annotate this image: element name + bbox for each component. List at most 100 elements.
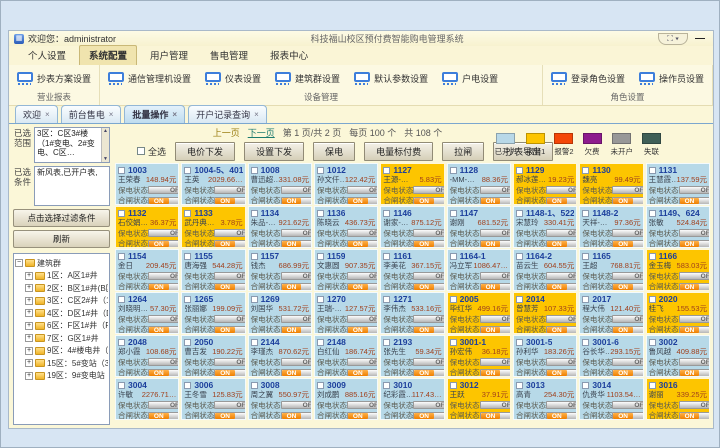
switch-status-toggle[interactable]: ON xyxy=(214,197,245,205)
switch-status-toggle[interactable]: ON xyxy=(214,326,245,334)
card-checkbox[interactable] xyxy=(450,339,457,346)
supply-status-toggle[interactable]: OFF xyxy=(679,186,710,194)
switch-status-toggle[interactable]: ON xyxy=(413,412,444,420)
supply-status-toggle[interactable]: OFF xyxy=(546,401,577,409)
room-card[interactable]: 2193 张先生 59.34元 保电状态 OFF 合闸状态 ON xyxy=(380,335,444,377)
card-checkbox[interactable] xyxy=(317,253,324,260)
supply-status-toggle[interactable]: OFF xyxy=(347,186,378,194)
supply-status-toggle[interactable]: OFF xyxy=(612,229,643,237)
card-checkbox[interactable] xyxy=(582,167,589,174)
room-card[interactable]: 3016 谢丽 339.25元 保电状态 OFF 合闸状态 ON xyxy=(646,378,710,420)
selected-filter-box[interactable]: 新风表,已开户表, xyxy=(34,166,110,206)
switch-status-toggle[interactable]: ON xyxy=(679,197,710,205)
ribbon-button[interactable]: 默认参数设置 xyxy=(354,72,428,85)
room-card[interactable]: 1004-5、401 王英 2029.66… 保电状态 OFF 合闸状态 ON xyxy=(181,163,245,205)
card-checkbox[interactable] xyxy=(383,339,390,346)
room-card[interactable]: 1130 魏亮 99.49元 保电状态 OFF 合闸状态 ON xyxy=(579,163,643,205)
switch-status-toggle[interactable]: ON xyxy=(413,197,444,205)
selected-scope-box[interactable]: 3区：C区3#楼（1#变电、2#变电、C区… ▲▼ xyxy=(34,127,110,163)
room-card[interactable]: 1146 谢家-… 875.12元 保电状态 OFF 合闸状态 ON xyxy=(380,206,444,248)
document-tab[interactable]: 前台售电 × xyxy=(61,105,122,123)
supply-status-toggle[interactable]: OFF xyxy=(148,272,179,280)
room-card[interactable]: 1012 孙文仟… 122.42元 保电状态 OFF 合闸状态 ON xyxy=(314,163,378,205)
tab-close-icon[interactable]: × xyxy=(172,110,177,119)
tree-node[interactable]: + 3区：C区2#井（1#变… xyxy=(25,295,108,306)
switch-status-toggle[interactable]: ON xyxy=(347,283,378,291)
card-checkbox[interactable] xyxy=(450,382,457,389)
room-card[interactable]: 2148 白红仙 186.74元 保电状态 OFF 合闸状态 ON xyxy=(314,335,378,377)
minimize-button[interactable]: — xyxy=(692,33,708,44)
card-checkbox[interactable] xyxy=(383,210,390,217)
tree-node[interactable]: + 6区：F区1#井（F区… xyxy=(25,320,108,331)
room-card[interactable]: 1128 -MM-… 88.36元 保电状态 OFF 合闸状态 ON xyxy=(447,163,511,205)
card-checkbox[interactable] xyxy=(649,339,656,346)
supply-status-toggle[interactable]: OFF xyxy=(546,186,577,194)
supply-status-toggle[interactable]: OFF xyxy=(679,401,710,409)
supply-status-toggle[interactable]: OFF xyxy=(480,272,511,280)
supply-status-toggle[interactable]: OFF xyxy=(281,315,312,323)
switch-status-toggle[interactable]: ON xyxy=(148,240,179,248)
supply-status-toggle[interactable]: OFF xyxy=(281,272,312,280)
card-checkbox[interactable] xyxy=(251,296,258,303)
ribbon-button[interactable]: 操作员设置 xyxy=(639,72,704,85)
room-card[interactable]: 3001-5 孙利华 183.26元 保电状态 OFF 合闸状态 ON xyxy=(513,335,577,377)
card-checkbox[interactable] xyxy=(383,296,390,303)
switch-status-toggle[interactable]: ON xyxy=(148,283,179,291)
room-card[interactable]: 1129 郝冰莲… 19.23元 保电状态 OFF 合闸状态 ON xyxy=(513,163,577,205)
supply-status-toggle[interactable]: OFF xyxy=(546,272,577,280)
room-card[interactable]: 3001-1 孙宏伟 36.18元 保电状态 OFF 合闸状态 ON xyxy=(447,335,511,377)
switch-status-toggle[interactable]: ON xyxy=(148,326,179,334)
room-card[interactable]: 2014 曾慧芳 107.33元 保电状态 OFF 合闸状态 ON xyxy=(513,292,577,334)
card-checkbox[interactable] xyxy=(516,382,523,389)
expand-icon[interactable]: + xyxy=(25,359,33,367)
supply-status-toggle[interactable]: OFF xyxy=(281,186,312,194)
tab-close-icon[interactable]: × xyxy=(109,110,114,119)
scope-scrollbar[interactable]: ▲▼ xyxy=(101,128,109,162)
switch-status-toggle[interactable]: ON xyxy=(480,369,511,377)
switch-status-toggle[interactable]: ON xyxy=(612,283,643,291)
card-checkbox[interactable] xyxy=(516,296,523,303)
room-card[interactable]: 1155 唐海强 544.28元 保电状态 OFF 合闸状态 ON xyxy=(181,249,245,291)
supply-status-toggle[interactable]: OFF xyxy=(413,401,444,409)
switch-status-toggle[interactable]: ON xyxy=(281,326,312,334)
supply-status-toggle[interactable]: OFF xyxy=(679,272,710,280)
switch-status-toggle[interactable]: ON xyxy=(480,240,511,248)
switch-status-toggle[interactable]: ON xyxy=(612,326,643,334)
tab-close-icon[interactable]: × xyxy=(45,110,50,119)
supply-status-toggle[interactable]: OFF xyxy=(148,358,179,366)
switch-status-toggle[interactable]: ON xyxy=(546,326,577,334)
expand-icon[interactable]: + xyxy=(25,284,33,292)
card-checkbox[interactable] xyxy=(251,382,258,389)
card-checkbox[interactable] xyxy=(118,296,125,303)
room-card[interactable]: 2020 桂飞 155.53元 保电状态 OFF 合闸状态 ON xyxy=(646,292,710,334)
switch-status-toggle[interactable]: ON xyxy=(281,412,312,420)
card-checkbox[interactable] xyxy=(184,210,191,217)
card-checkbox[interactable] xyxy=(184,339,191,346)
switch-status-toggle[interactable]: ON xyxy=(347,412,378,420)
card-checkbox[interactable] xyxy=(184,253,191,260)
switch-status-toggle[interactable]: ON xyxy=(413,240,444,248)
scroll-down-icon[interactable]: ▼ xyxy=(103,156,108,162)
supply-status-toggle[interactable]: OFF xyxy=(480,358,511,366)
switch-status-toggle[interactable]: ON xyxy=(347,326,378,334)
menu-item[interactable]: 用户管理 xyxy=(141,46,197,65)
supply-status-toggle[interactable]: OFF xyxy=(347,401,378,409)
supply-status-toggle[interactable]: OFF xyxy=(347,272,378,280)
switch-status-toggle[interactable]: ON xyxy=(281,197,312,205)
supply-status-toggle[interactable]: OFF xyxy=(148,229,179,237)
room-card[interactable]: 1165 王超 768.81元 保电状态 OFF 合闸状态 ON xyxy=(579,249,643,291)
room-card[interactable]: 1265 张丽娜 199.09元 保电状态 OFF 合闸状态 ON xyxy=(181,292,245,334)
room-card[interactable]: 3004 许敏 2276.71… 保电状态 OFF 合闸状态 ON xyxy=(115,378,179,420)
card-checkbox[interactable] xyxy=(118,382,125,389)
switch-status-toggle[interactable]: ON xyxy=(679,412,710,420)
supply-status-toggle[interactable]: OFF xyxy=(413,358,444,366)
menu-item[interactable]: 个人设置 xyxy=(19,46,75,65)
card-checkbox[interactable] xyxy=(516,339,523,346)
room-card[interactable]: 3008 周之翼 550.97元 保电状态 OFF 合闸状态 ON xyxy=(248,378,312,420)
pick-filter-button[interactable]: 点击选择过滤条件 xyxy=(13,209,110,227)
supply-status-toggle[interactable]: OFF xyxy=(480,229,511,237)
card-checkbox[interactable] xyxy=(450,296,457,303)
switch-status-toggle[interactable]: ON xyxy=(546,283,577,291)
supply-status-toggle[interactable]: OFF xyxy=(148,315,179,323)
room-card[interactable]: 1164-1 冯立军… 1086.47… 保电状态 OFF 合闸状态 ON xyxy=(447,249,511,291)
